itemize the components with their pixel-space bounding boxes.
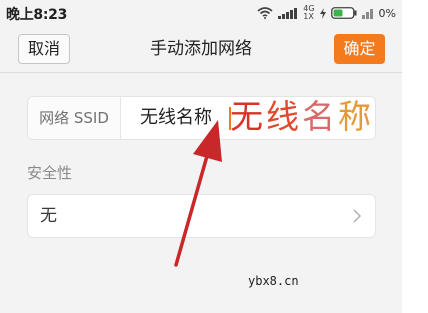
annotation-arrow-icon: [174, 120, 222, 267]
right-margin: [402, 0, 428, 313]
phone-screen: 晚上8:23 4G 1X 0% 取消 手动添加网络 确定 网络 SSID 无线名…: [0, 0, 402, 313]
watermark: ybx8.cn: [248, 274, 299, 288]
